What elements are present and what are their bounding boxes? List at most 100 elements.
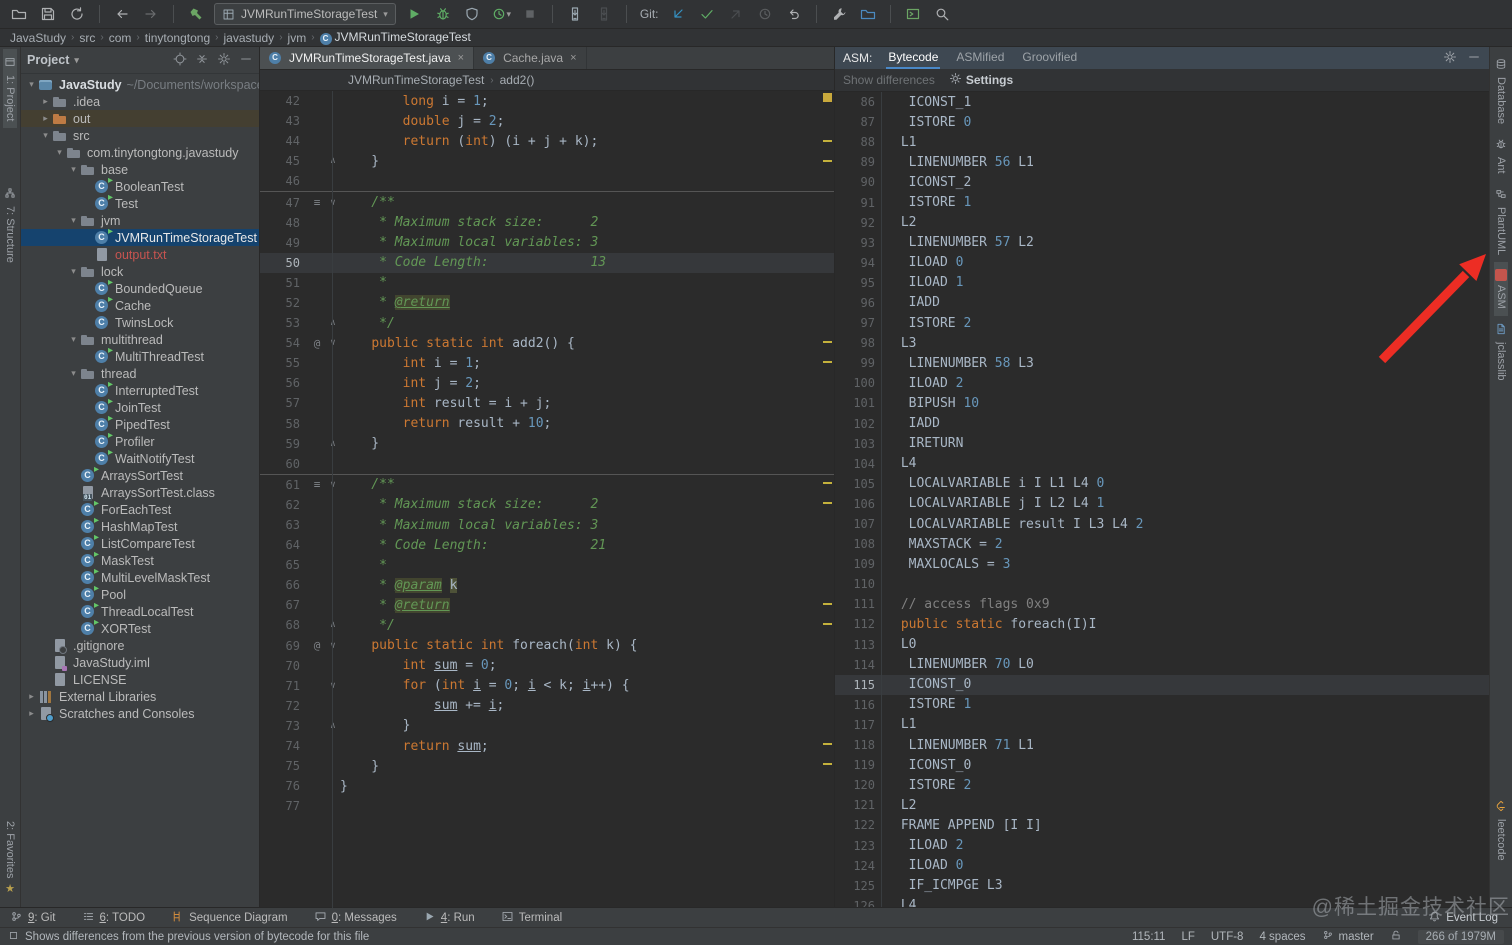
fold-icon[interactable]: ∧ — [326, 156, 340, 166]
editor-code[interactable]: 42 long i = 1; 43 double j = 2; 44 return … — [260, 91, 834, 908]
project-structure-icon[interactable] — [857, 3, 879, 25]
code-line-63[interactable]: 63 * Maximum local variables: 3 — [260, 515, 834, 535]
run-window-icon[interactable] — [902, 3, 924, 25]
code-line-77[interactable]: 77 — [260, 796, 834, 816]
code-line-68[interactable]: 68 ∧ */ — [260, 615, 834, 635]
code-line-104[interactable]: 104 L4 — [835, 454, 1489, 474]
status-item[interactable]: 4 spaces — [1259, 931, 1305, 943]
code-line-105[interactable]: 105 LOCALVARIABLE i I L1 L4 0 — [835, 474, 1489, 494]
show-differences-button[interactable]: Show differences — [843, 73, 935, 87]
breadcrumb-item[interactable]: C JVMRunTimeStorageTest — [319, 30, 471, 45]
breadcrumb-item[interactable]: JavaStudy — [10, 31, 66, 45]
locate-icon[interactable] — [173, 52, 187, 69]
tool-window-button-ant[interactable]: Ant — [1494, 131, 1508, 181]
tree-item-masktest[interactable]: MaskTest — [21, 549, 259, 569]
fold-icon[interactable]: ∧ — [326, 318, 340, 328]
editor-tab-cache-java[interactable]: C Cache.java × — [474, 47, 587, 69]
fold-icon[interactable]: ∧ — [326, 721, 340, 731]
tool-window-button-1-project[interactable]: 1: Project — [3, 49, 17, 129]
code-line-57[interactable]: 57 int result = i + j; — [260, 393, 834, 413]
code-line-100[interactable]: 100 ILOAD 2 — [835, 373, 1489, 393]
debug-icon[interactable] — [432, 3, 454, 25]
tree-toggle-icon[interactable]: ▾ — [39, 130, 52, 141]
code-line-66[interactable]: 66 * @param k — [260, 575, 834, 595]
code-line-51[interactable]: 51 * — [260, 273, 834, 293]
fold-icon[interactable]: ∧ — [326, 620, 340, 630]
tool-window-button-database[interactable]: Database — [1494, 51, 1508, 131]
tree-item-com-tinytongtong-javastudy[interactable]: ▾ com.tinytongtong.javastudy — [21, 144, 259, 161]
code-line-103[interactable]: 103 IRETURN — [835, 434, 1489, 454]
code-line-124[interactable]: 124 ILOAD 0 — [835, 856, 1489, 876]
asm-tab-groovified[interactable]: Groovified — [1020, 47, 1079, 69]
device-dim-icon[interactable] — [593, 3, 615, 25]
code-line-54[interactable]: 54 @ ∨ public static int add2() { — [260, 333, 834, 353]
tool-todo[interactable]: 6: TODO — [82, 910, 145, 926]
code-line-58[interactable]: 58 return result + 10; — [260, 414, 834, 434]
profiler-icon[interactable]: ▾ — [490, 3, 512, 25]
code-line-71[interactable]: 71 ∨ for (int i = 0; i < k; i++) { — [260, 676, 834, 696]
code-line-55[interactable]: 55 int i = 1; — [260, 353, 834, 373]
hide-icon[interactable] — [1467, 50, 1481, 67]
coverage-icon[interactable] — [461, 3, 483, 25]
code-line-118[interactable]: 118 LINENUMBER 71 L1 — [835, 735, 1489, 755]
code-line-107[interactable]: 107 LOCALVARIABLE result I L3 L4 2 — [835, 514, 1489, 534]
tree-item-multithreadtest[interactable]: MultiThreadTest — [21, 345, 259, 365]
code-line-49[interactable]: 49 * Maximum local variables: 3 — [260, 233, 834, 253]
code-line-44[interactable]: 44 return (int) (i + j + k); — [260, 131, 834, 151]
code-line-101[interactable]: 101 BIPUSH 10 — [835, 393, 1489, 413]
close-icon[interactable]: × — [570, 52, 576, 64]
tree-item-lock[interactable]: ▾ lock — [21, 263, 259, 280]
code-line-65[interactable]: 65 * — [260, 555, 834, 575]
code-line-45[interactable]: 45 ∧ } — [260, 151, 834, 171]
tree-item-src[interactable]: ▾ src — [21, 127, 259, 144]
gear-icon[interactable] — [1443, 50, 1457, 67]
status-item[interactable]: 266 of 1979M — [1417, 929, 1504, 944]
code-line-87[interactable]: 87 ISTORE 0 — [835, 112, 1489, 132]
tree-toggle-icon[interactable]: ▾ — [67, 334, 80, 345]
breadcrumb-item[interactable]: com — [109, 31, 132, 45]
code-line-56[interactable]: 56 int j = 2; — [260, 373, 834, 393]
breadcrumb-item[interactable]: javastudy — [223, 31, 274, 45]
breadcrumb-item[interactable]: jvm — [288, 31, 307, 45]
run-icon[interactable] — [403, 3, 425, 25]
code-line-46[interactable]: 46 — [260, 171, 834, 191]
tree-item-jvmruntimestoragetest[interactable]: JVMRunTimeStorageTest — [21, 226, 259, 246]
code-line-69[interactable]: 69 @ ∨ public static int foreach(int k) { — [260, 636, 834, 656]
code-line-62[interactable]: 62 * Maximum stack size: 2 — [260, 495, 834, 515]
tree-item--idea[interactable]: ▸ .idea — [21, 93, 259, 110]
code-line-109[interactable]: 109 MAXLOCALS = 3 — [835, 554, 1489, 574]
tree-toggle-icon[interactable]: ▾ — [67, 266, 80, 277]
code-line-119[interactable]: 119 ICONST_0 — [835, 755, 1489, 775]
tree-item-boundedqueue[interactable]: BoundedQueue — [21, 277, 259, 297]
stop-icon[interactable] — [519, 3, 541, 25]
tree-item-listcomparetest[interactable]: ListCompareTest — [21, 532, 259, 552]
code-line-89[interactable]: 89 LINENUMBER 56 L1 — [835, 152, 1489, 172]
tree-item-multithread[interactable]: ▾ multithread — [21, 331, 259, 348]
code-line-116[interactable]: 116 ISTORE 1 — [835, 695, 1489, 715]
status-item[interactable]: 115:11 — [1132, 931, 1165, 943]
tree-item-base[interactable]: ▾ base — [21, 161, 259, 178]
close-icon[interactable]: × — [458, 52, 464, 64]
build-icon[interactable] — [185, 3, 207, 25]
tree-toggle-icon[interactable]: ▸ — [25, 708, 38, 719]
editor-tab-jvmruntimestoragetest-java[interactable]: C JVMRunTimeStorageTest.java × — [260, 47, 475, 69]
code-line-42[interactable]: 42 long i = 1; — [260, 91, 834, 111]
forward-icon[interactable] — [140, 3, 162, 25]
code-line-61[interactable]: 61 ≡ ∨ /** — [260, 473, 834, 495]
asm-bytecode-view[interactable]: 86 ICONST_1 87 ISTORE 0 88 L1 89 LINENUMBER… — [835, 92, 1489, 908]
tree-item-jointest[interactable]: JoinTest — [21, 396, 259, 416]
tree-item--gitignore[interactable]: .gitignore — [21, 637, 259, 654]
tree-item-out[interactable]: ▸ out — [21, 110, 259, 127]
code-line-47[interactable]: 47 ≡ ∨ /** — [260, 191, 834, 212]
code-line-88[interactable]: 88 L1 — [835, 132, 1489, 152]
fold-icon[interactable]: ∨ — [326, 198, 340, 208]
tree-item-hashmaptest[interactable]: HashMapTest — [21, 515, 259, 535]
status-item[interactable]: LF — [1181, 931, 1194, 943]
tree-item-arrayssorttest-class[interactable]: ArraysSortTest.class — [21, 484, 259, 501]
wrench-icon[interactable] — [828, 3, 850, 25]
history-icon[interactable] — [754, 3, 776, 25]
tree-item-twinslock[interactable]: TwinsLock — [21, 314, 259, 331]
tool-messages[interactable]: 0: Messages — [314, 910, 397, 926]
tree-item-waitnotifytest[interactable]: WaitNotifyTest — [21, 447, 259, 467]
git-update-icon[interactable] — [667, 3, 689, 25]
